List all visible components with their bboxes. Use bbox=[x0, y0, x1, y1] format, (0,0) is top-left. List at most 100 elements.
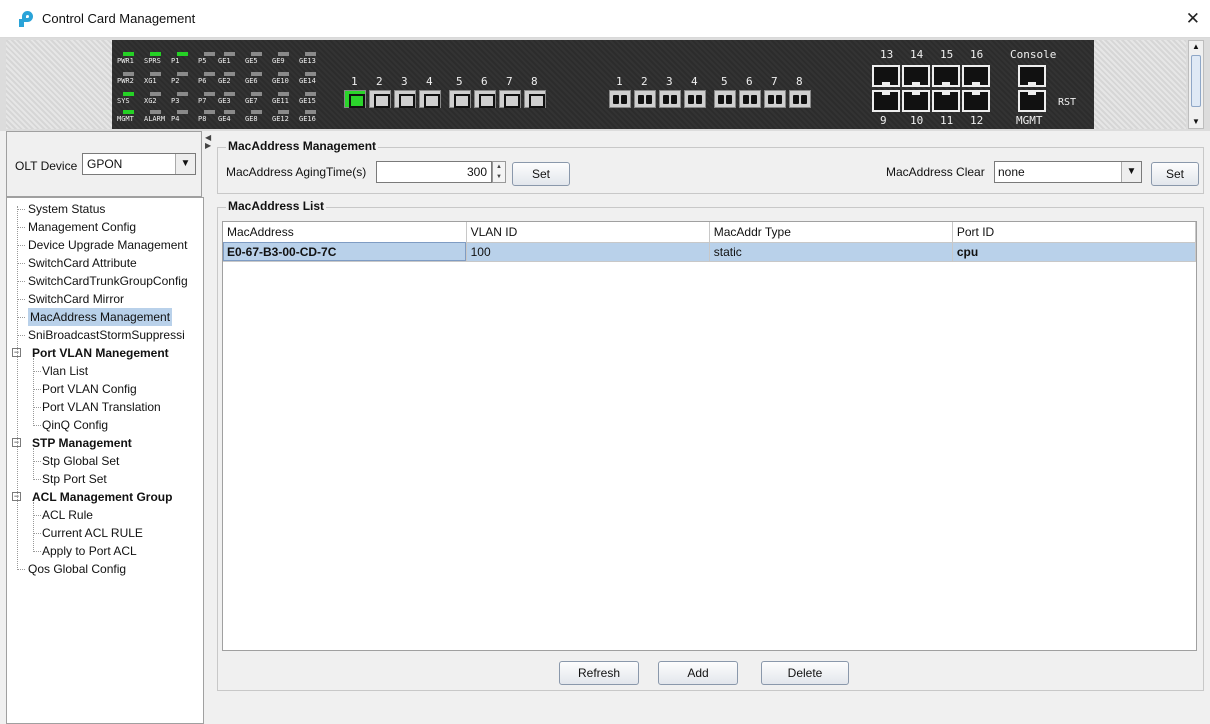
console-port[interactable] bbox=[1018, 65, 1046, 87]
delete-button[interactable]: Delete bbox=[761, 661, 849, 685]
sfp-port[interactable] bbox=[369, 90, 391, 108]
refresh-button[interactable]: Refresh bbox=[559, 661, 639, 685]
chevron-down-icon[interactable]: ▼ bbox=[175, 154, 195, 174]
spinner-up-icon[interactable]: ▲ bbox=[493, 162, 505, 172]
chevron-down-icon[interactable]: ▼ bbox=[1121, 162, 1141, 182]
tree-item-current-acl-rule[interactable]: Current ACL RULE bbox=[42, 524, 143, 542]
tree-item-device-upgrade-management[interactable]: Device Upgrade Management bbox=[28, 236, 187, 254]
mac-clear-select[interactable]: none ▼ bbox=[994, 161, 1142, 183]
rj45-port-number: 9 bbox=[880, 114, 887, 127]
tree-item-snibroadcaststormsuppressi[interactable]: SniBroadcastStormSuppressi bbox=[28, 326, 185, 344]
column-header-macaddr-type[interactable]: MacAddr Type bbox=[709, 222, 953, 243]
console-label: Console bbox=[1010, 48, 1057, 61]
tree-item-qos-global-config[interactable]: Qos Global Config bbox=[28, 560, 126, 578]
rj45-port[interactable] bbox=[872, 90, 900, 112]
pon-port[interactable] bbox=[714, 90, 736, 108]
sfp-port[interactable] bbox=[344, 90, 366, 108]
add-button[interactable]: Add bbox=[658, 661, 738, 685]
led-light bbox=[305, 52, 316, 56]
column-header-port-id[interactable]: Port ID bbox=[952, 222, 1197, 243]
tree-item-port-vlan-config[interactable]: Port VLAN Config bbox=[42, 380, 137, 398]
mac-table: MacAddress VLAN ID MacAddr Type Port ID … bbox=[222, 221, 1197, 651]
olt-device-value: GPON bbox=[87, 157, 123, 171]
rj45-port[interactable] bbox=[962, 90, 990, 112]
sfp-port[interactable] bbox=[419, 90, 441, 108]
led-light bbox=[204, 52, 215, 56]
tree-item-apply-to-port-acl[interactable]: Apply to Port ACL bbox=[42, 542, 137, 560]
cell-macaddress[interactable]: E0-67-B3-00-CD-7C bbox=[223, 242, 467, 262]
pon-port[interactable] bbox=[684, 90, 706, 108]
cell-port-id[interactable]: cpu bbox=[952, 242, 1197, 262]
tree-item-switchcardtrunkgroupconfig[interactable]: SwitchCardTrunkGroupConfig bbox=[28, 272, 188, 290]
pon-port[interactable] bbox=[659, 90, 681, 108]
column-header-vlan-id[interactable]: VLAN ID bbox=[466, 222, 710, 243]
led-light bbox=[224, 110, 235, 114]
rj45-port[interactable] bbox=[902, 65, 930, 87]
pon-port[interactable] bbox=[789, 90, 811, 108]
sfp-port[interactable] bbox=[449, 90, 471, 108]
table-row[interactable]: E0-67-B3-00-CD-7C 100 static cpu bbox=[223, 242, 1197, 262]
spinner-down-icon[interactable]: ▼ bbox=[493, 172, 505, 182]
rj45-port[interactable] bbox=[932, 65, 960, 87]
sfp-port[interactable] bbox=[524, 90, 546, 108]
pon-port[interactable] bbox=[764, 90, 786, 108]
led-label: GE13 bbox=[299, 57, 316, 65]
led-light bbox=[278, 92, 289, 96]
led-light bbox=[204, 92, 215, 96]
tree-item-acl-rule[interactable]: ACL Rule bbox=[42, 506, 93, 524]
mgmt-port[interactable] bbox=[1018, 90, 1046, 112]
pon-port[interactable] bbox=[739, 90, 761, 108]
rj45-port[interactable] bbox=[962, 65, 990, 87]
expand-right-icon[interactable]: ▶ bbox=[205, 141, 211, 150]
led-indicator: P4 bbox=[171, 110, 197, 123]
scroll-down-icon[interactable]: ▼ bbox=[1189, 116, 1203, 128]
tree-item-qinq-config[interactable]: QinQ Config bbox=[42, 416, 108, 434]
cell-vlan-id[interactable]: 100 bbox=[466, 242, 710, 262]
pon-port[interactable] bbox=[634, 90, 656, 108]
aging-set-button[interactable]: Set bbox=[512, 162, 570, 186]
rj45-port[interactable] bbox=[902, 90, 930, 112]
led-light bbox=[305, 92, 316, 96]
aging-time-label: MacAddress AgingTime(s) bbox=[226, 165, 367, 179]
tree-item-switchcard-mirror[interactable]: SwitchCard Mirror bbox=[28, 290, 124, 308]
led-indicator: GE6 bbox=[245, 72, 271, 85]
tree-item-stp-management[interactable]: STP Management bbox=[32, 434, 132, 452]
tree-item-port-vlan-translation[interactable]: Port VLAN Translation bbox=[42, 398, 161, 416]
pon-port[interactable] bbox=[609, 90, 631, 108]
device-panel-scrollbar[interactable]: ▲ ▼ bbox=[1188, 40, 1204, 129]
led-light bbox=[224, 92, 235, 96]
rj45-port[interactable] bbox=[932, 90, 960, 112]
led-label: GE1 bbox=[218, 57, 231, 65]
tree-item-macaddress-management[interactable]: MacAddress Management bbox=[28, 308, 173, 326]
tree-item-stp-global-set[interactable]: Stp Global Set bbox=[42, 452, 119, 470]
led-label: GE2 bbox=[218, 77, 231, 85]
mac-clear-set-button[interactable]: Set bbox=[1151, 162, 1199, 186]
close-icon[interactable]: ✕ bbox=[1186, 9, 1200, 29]
sfp-port[interactable] bbox=[394, 90, 416, 108]
led-indicator: GE14 bbox=[299, 72, 325, 85]
tree-item-port-vlan-manegement[interactable]: Port VLAN Manegement bbox=[32, 344, 169, 362]
cell-macaddr-type[interactable]: static bbox=[709, 242, 953, 262]
led-indicator: GE10 bbox=[272, 72, 298, 85]
tree-item-vlan-list[interactable]: Vlan List bbox=[42, 362, 88, 380]
splitter[interactable]: ◀ ▶ bbox=[204, 131, 212, 724]
column-header-macaddress[interactable]: MacAddress bbox=[223, 222, 467, 243]
led-indicator: PWR2 bbox=[117, 72, 143, 85]
scroll-thumb[interactable] bbox=[1191, 55, 1201, 107]
scroll-up-icon[interactable]: ▲ bbox=[1189, 41, 1203, 53]
olt-device-select[interactable]: GPON ▼ bbox=[82, 153, 196, 175]
sfp-port-number: 8 bbox=[531, 75, 538, 88]
sfp-port[interactable] bbox=[499, 90, 521, 108]
rj45-port[interactable] bbox=[872, 65, 900, 87]
tree-item-stp-port-set[interactable]: Stp Port Set bbox=[42, 470, 107, 488]
led-label: GE4 bbox=[218, 115, 231, 123]
aging-time-input[interactable]: 300 bbox=[376, 161, 492, 183]
aging-time-spinner[interactable]: ▲ ▼ bbox=[492, 161, 506, 183]
tree-item-management-config[interactable]: Management Config bbox=[28, 218, 136, 236]
tree-item-switchcard-attribute[interactable]: SwitchCard Attribute bbox=[28, 254, 137, 272]
led-light bbox=[204, 72, 215, 76]
olt-device-box: OLT Device GPON ▼ bbox=[6, 131, 202, 197]
tree-item-system-status[interactable]: System Status bbox=[28, 200, 105, 218]
tree-item-acl-management-group[interactable]: ACL Management Group bbox=[32, 488, 172, 506]
sfp-port[interactable] bbox=[474, 90, 496, 108]
